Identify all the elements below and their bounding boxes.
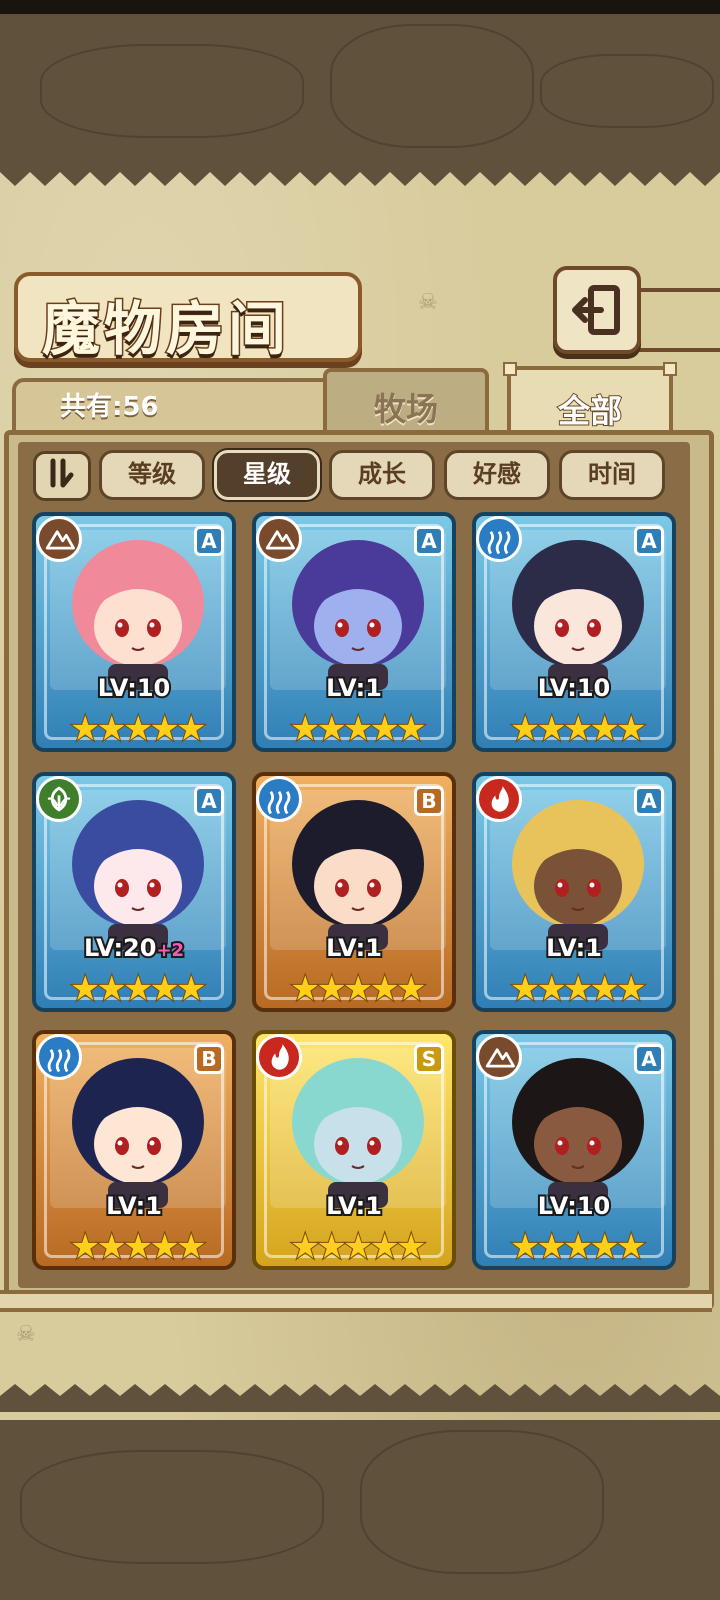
star-icon: ★ — [175, 709, 208, 749]
monster-level: LV:1 — [256, 672, 452, 704]
element-badge — [256, 776, 302, 822]
skull-crossbones-icon: ☠ — [418, 290, 438, 315]
rank-badge: A — [194, 526, 224, 556]
monster-card[interactable]: A LV:10 ★★★★★ — [472, 1030, 676, 1270]
monster-level: LV:1 — [256, 932, 452, 964]
zigzag-edge-bottom — [0, 1384, 720, 1412]
wave-icon — [47, 1048, 71, 1073]
element-badge — [256, 516, 302, 562]
flame-icon — [491, 786, 509, 812]
skull-crossbones-icon: ☠ — [16, 1322, 36, 1347]
element-badge — [36, 776, 82, 822]
star-rating: ★★★★★ — [69, 1227, 230, 1267]
sort-level-button[interactable]: 等级 — [99, 450, 205, 500]
level-text: LV:1 — [104, 1190, 164, 1222]
rank-badge: A — [634, 1044, 664, 1074]
star-rating: ★★★★★ — [289, 1227, 450, 1267]
tab-all-label: 全部 — [557, 391, 623, 431]
zigzag-edge-top — [0, 158, 720, 186]
rank-badge: A — [414, 526, 444, 556]
page-title: 魔物房间 — [40, 294, 291, 365]
mountain-icon — [485, 1048, 515, 1068]
monster-level: LV:10 — [476, 672, 672, 704]
monster-level: LV:20+2 — [36, 932, 232, 964]
panel-bottom-bar — [0, 1290, 712, 1312]
level-text: LV:1 — [324, 1190, 384, 1222]
element-badge — [256, 1034, 302, 1080]
tab-pasture-label: 牧场 — [373, 390, 438, 428]
monster-card[interactable]: A LV:10 ★★★★★ — [32, 512, 236, 752]
level-text: LV:1 — [544, 932, 604, 964]
rank-badge: B — [194, 1044, 224, 1074]
wave-icon — [267, 790, 291, 815]
star-icon: ★ — [395, 709, 428, 749]
monster-level: LV:10 — [36, 672, 232, 704]
level-text: LV:10 — [96, 672, 173, 704]
tab-pasture[interactable]: 牧场 — [323, 368, 489, 438]
map-band-top — [0, 14, 720, 164]
flame-icon — [271, 1044, 289, 1070]
monster-card[interactable]: A LV:1 ★★★★★ — [472, 772, 676, 1012]
monster-card[interactable]: B LV:1 ★★★★★ — [252, 772, 456, 1012]
monster-count: 共有:56 — [60, 392, 159, 422]
monster-level: LV:1 — [36, 1190, 232, 1222]
level-bonus: +2 — [154, 938, 186, 963]
star-icon: ★ — [615, 1227, 648, 1267]
star-rating: ★★★★★ — [69, 969, 230, 1009]
element-badge — [476, 1034, 522, 1080]
star-rating: ★★★★★ — [509, 1227, 670, 1267]
sort-toggle-icon — [50, 458, 74, 488]
star-rating: ★★★★★ — [289, 969, 450, 1009]
element-badge — [476, 516, 522, 562]
mountain-icon — [45, 530, 75, 550]
star-rating: ★★★★★ — [509, 709, 670, 749]
level-text: LV:1 — [324, 932, 384, 964]
star-rating: ★★★★★ — [69, 709, 230, 749]
star-icon: ★ — [175, 1227, 208, 1267]
monster-level: LV:10 — [476, 1190, 672, 1222]
rank-badge: A — [194, 786, 224, 816]
sort-star-button[interactable]: 星级 — [214, 450, 320, 500]
rank-badge: A — [634, 526, 664, 556]
element-badge — [476, 776, 522, 822]
mountain-icon — [265, 530, 295, 550]
back-tab — [630, 288, 720, 352]
map-band-bottom — [0, 1410, 720, 1600]
monster-level: LV:1 — [256, 1190, 452, 1222]
level-text: LV:10 — [536, 672, 613, 704]
rank-badge: B — [414, 786, 444, 816]
rank-badge: A — [634, 786, 664, 816]
back-button[interactable] — [553, 266, 641, 354]
sort-order-toggle[interactable] — [33, 451, 91, 501]
star-icon: ★ — [615, 709, 648, 749]
monster-card[interactable]: S LV:1 ★★★★★ — [252, 1030, 456, 1270]
monster-level: LV:1 — [476, 932, 672, 964]
back-arrow-icon — [572, 285, 620, 335]
star-rating: ★★★★★ — [509, 969, 670, 1009]
rank-badge: S — [414, 1044, 444, 1074]
level-text: LV:10 — [536, 1190, 613, 1222]
element-badge — [36, 516, 82, 562]
star-icon: ★ — [395, 969, 428, 1009]
element-badge — [36, 1034, 82, 1080]
star-icon: ★ — [175, 969, 208, 1009]
sort-growth-button[interactable]: 成长 — [329, 450, 435, 500]
monster-card[interactable]: A LV:10 ★★★★★ — [472, 512, 676, 752]
sort-affection-button[interactable]: 好感 — [444, 450, 550, 500]
sort-time-button[interactable]: 时间 — [559, 450, 665, 500]
title-plaque: 魔物房间 — [14, 272, 362, 365]
star-icon: ★ — [395, 1227, 428, 1267]
monster-card[interactable]: B LV:1 ★★★★★ — [32, 1030, 236, 1270]
monster-card[interactable]: A LV:20+2 ★★★★★ — [32, 772, 236, 1012]
star-icon: ★ — [615, 969, 648, 1009]
wave-icon — [487, 530, 511, 555]
leaf-icon — [47, 786, 71, 812]
star-rating: ★★★★★ — [289, 709, 450, 749]
level-text: LV:1 — [324, 672, 384, 704]
monster-card[interactable]: A LV:1 ★★★★★ — [252, 512, 456, 752]
level-text: LV:20 — [82, 932, 159, 964]
